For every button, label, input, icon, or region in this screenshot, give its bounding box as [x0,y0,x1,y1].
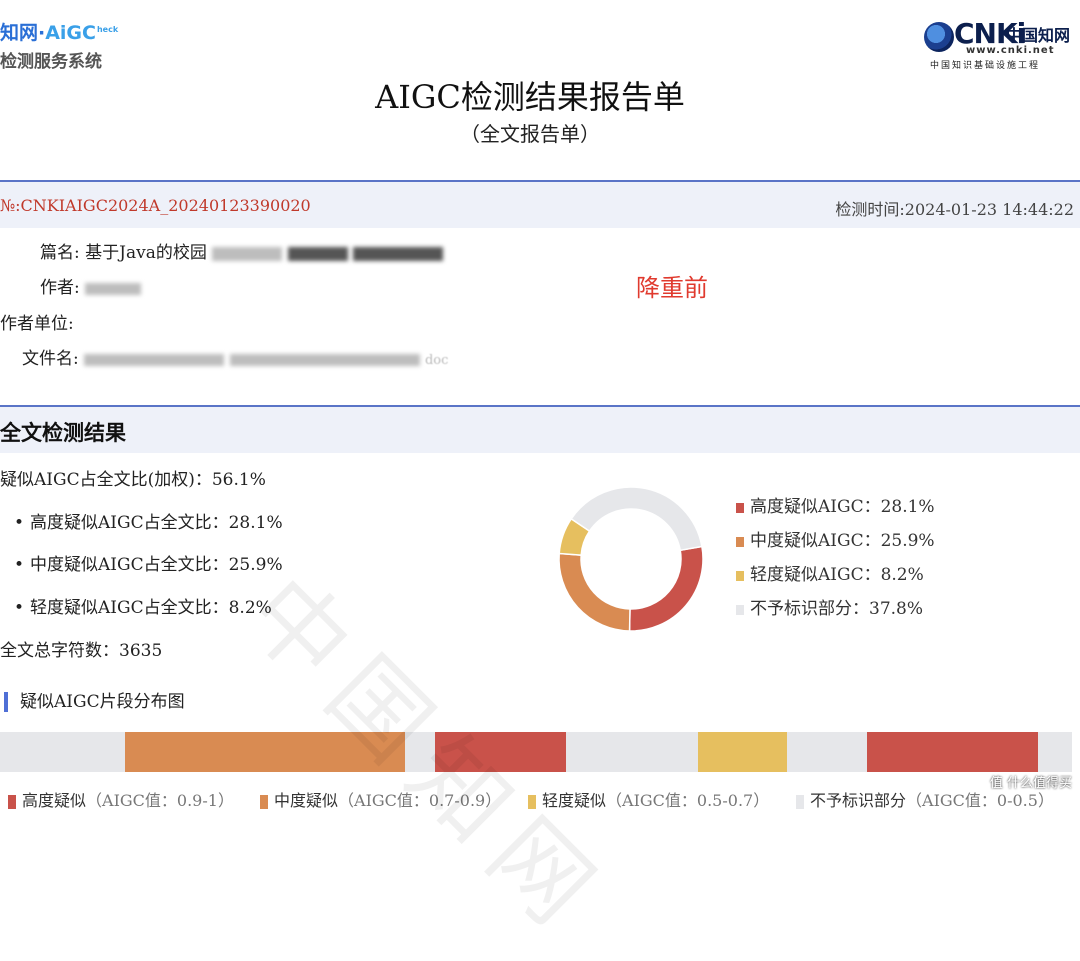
aigc-donut-chart [558,486,704,632]
distribution-segment-low [697,732,787,772]
info-title-row: 篇名: 基于Java的校园 [40,238,444,263]
section-header: 全文检测结果 [0,405,1080,453]
metric-low: • 轻度疑似AIGC占全文比：8.2% [14,598,272,618]
legend-item-none: 不予标识部分：37.8% [736,594,923,619]
aigc-check-logo-line1: 知网·AiGCheck [0,22,119,44]
report-title: AIGC检测结果报告单 [375,78,685,116]
legend-swatch-mid [736,536,744,547]
metric-weighted: 疑似AIGC占全文比(加权)：56.1% [0,470,266,490]
dist-legend-high: 高度疑似（AIGC值：0.9-1） [8,787,234,811]
info-file-row: 文件名: doc [22,344,448,369]
redacted-block [212,246,283,261]
aigc-check-logo-line2: 检测服务系统 [0,52,102,72]
distribution-segment-high [867,732,1038,772]
legend-swatch-low [736,570,744,581]
cnki-logo-cn: 中国知网 [1006,26,1071,45]
report-time: 检测时间:2024-01-23 14:44:22 [835,200,1074,219]
info-unit-row: 作者单位: [0,309,74,334]
redacted-block [353,246,444,261]
metric-total-chars: 全文总字符数：3635 [0,641,163,661]
legend-item-high: 高度疑似AIGC：28.1% [736,492,935,517]
distribution-segment-high [435,732,566,772]
source-watermark: 值 什么值得买 [989,776,1072,791]
info-file-tail: doc [424,353,449,368]
cnki-slogan: 中国知识基础设施工程 [930,61,1041,71]
report-subtitle: （全文报告单） [460,122,600,146]
info-author-label: 作者: [40,278,80,298]
report-number-bar: №:CNKIAIGC2024A_20240123390020 检测时间:2024… [0,180,1080,228]
legend-item-mid: 中度疑似AIGC：25.9% [736,526,935,551]
dist-legend-mid: 中度疑似（AIGC值：0.7-0.9） [260,787,501,811]
distribution-segment-mid [125,732,406,772]
section-title: 全文检测结果 [0,421,126,445]
metric-high: • 高度疑似AIGC占全文比：28.1% [14,513,283,533]
redacted-block [84,353,225,366]
aigc-check-logo: 知网·AiGCheck 检测服务系统 [0,18,118,72]
dist-legend-low: 轻度疑似（AIGC值：0.5-0.7） [528,787,769,811]
redacted-block [85,282,142,295]
info-title-value: 基于Java的校园 [85,243,207,263]
donut-slice-mid [558,552,631,632]
metric-mid: • 中度疑似AIGC占全文比：25.9% [14,555,283,575]
legend-item-low: 轻度疑似AIGC：8.2% [736,560,924,585]
info-author-row: 作者: [40,273,142,298]
info-title-label: 篇名: [40,243,80,263]
cnki-globe-icon [924,22,954,52]
info-unit-label: 作者单位: [0,314,74,334]
info-file-label: 文件名: [22,349,79,369]
legend-swatch-none [736,604,744,615]
donut-slice-high [628,545,704,632]
legend-swatch-high [736,502,744,513]
distribution-title: 疑似AIGC片段分布图 [4,692,185,712]
redacted-block [229,353,420,366]
annotation-note: 降重前 [636,274,708,302]
cnki-url: www.cnki.net [966,45,1055,56]
cnki-logo: CNKi 中国知网 www.cnki.net 中国知识基础设施工程 [924,18,1074,71]
redacted-block [287,246,348,261]
distribution-bar [0,732,1072,772]
donut-slice-none [570,486,703,552]
report-number: №:CNKIAIGC2024A_20240123390020 [0,196,311,215]
